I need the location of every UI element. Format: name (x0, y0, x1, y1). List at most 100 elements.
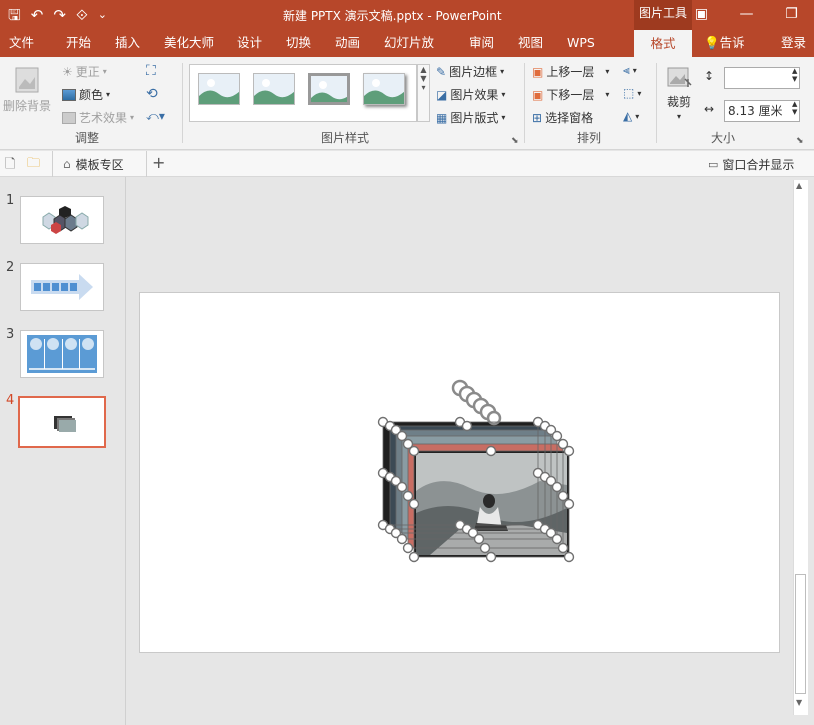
picture-style-3[interactable] (308, 73, 350, 105)
tab-review[interactable]: 审阅 (469, 30, 495, 57)
group-separator (656, 63, 657, 143)
tab-slideshow[interactable]: 幻灯片放映 (384, 30, 446, 75)
remove-background-button[interactable]: 删除背景 (3, 65, 51, 114)
compress-pictures-button[interactable]: ⛶ (146, 63, 156, 79)
width-field[interactable]: 8.13 厘米 (724, 100, 800, 122)
art-effects-icon (62, 111, 76, 124)
group-button[interactable]: ⬚ ▾ (623, 86, 641, 100)
slide-number: 1 (6, 193, 15, 208)
vertical-scrollbar[interactable]: ▲ ▼ (793, 180, 808, 715)
chevron-down-icon: ▾ (635, 111, 640, 121)
folder-icon[interactable]: 🗀 (27, 154, 40, 176)
reset-picture-button[interactable]: ⤺▾ (146, 109, 165, 124)
crop-button[interactable]: 裁剪 ▾ (665, 65, 693, 121)
slide-number: 3 (6, 327, 15, 342)
ribbon-tabs: 文件 开始 插入 美化大师 设计 切换 动画 幻灯片放映 审阅 视图 WPS P… (0, 30, 814, 75)
tell-me-search[interactable]: 💡告诉我... (704, 30, 768, 75)
stacked-photos-group[interactable] (140, 293, 781, 654)
undo-icon[interactable]: ↶ (31, 4, 44, 26)
chevron-down-icon: ▾ (632, 66, 637, 75)
scroll-thumb[interactable] (795, 574, 806, 694)
picture-styles-dialog-launcher[interactable]: ⬊ (511, 136, 519, 146)
width-icon: ↔ (704, 102, 715, 116)
bring-forward-button[interactable]: ▣ 上移一层 ▾ (532, 63, 609, 80)
photo-main[interactable] (416, 453, 567, 555)
slide-thumbnail-1[interactable] (20, 196, 104, 244)
size-dialog-launcher[interactable]: ⬊ (796, 136, 804, 146)
slide-4-preview (54, 416, 76, 432)
template-zone-tab[interactable]: ⌂ 模板专区 (52, 151, 147, 177)
new-doc-icon[interactable]: 🗋 (5, 155, 15, 177)
height-field[interactable] (724, 67, 800, 89)
picture-border-button[interactable]: ✎ 图片边框 ▾ (436, 63, 504, 80)
title-bar: 🖫 ↶ ↷ ⟐ ⌄ 新建 PPTX 演示文稿.pptx - PowerPoint… (0, 0, 814, 30)
scroll-up-icon[interactable]: ▲ (796, 181, 802, 190)
color-button[interactable]: 颜色 ▾ (62, 86, 110, 103)
slide-thumbnail-2[interactable] (20, 263, 104, 311)
change-picture-button[interactable]: ⟲ (146, 86, 158, 102)
redo-icon[interactable]: ↷ (53, 4, 66, 26)
tab-view[interactable]: 视图 (518, 30, 544, 57)
ribbon-display-options-icon[interactable]: ▣ (679, 0, 724, 30)
slide-canvas[interactable] (139, 292, 780, 653)
gallery-scroll[interactable]: ▲ ▼ ▾ (417, 64, 430, 122)
color-icon (62, 88, 76, 101)
slide-thumbnail-4[interactable] (18, 396, 106, 448)
correct-button[interactable]: ☀ 更正 ▾ (62, 63, 107, 80)
tab-animations[interactable]: 动画 (335, 30, 361, 57)
height-icon: ↕ (704, 69, 715, 83)
slide-number: 2 (6, 260, 15, 275)
slide-number-active: 4 (6, 393, 15, 408)
window-title: 新建 PPTX 演示文稿.pptx - PowerPoint (283, 9, 502, 23)
merge-window-button[interactable]: ▭ 窗口合并显示 (708, 156, 794, 173)
chevron-down-icon: ▾ (500, 67, 505, 76)
picture-styles-gallery[interactable] (189, 64, 417, 122)
dialog-launcher-icon: ⬊ (796, 136, 804, 146)
tab-beautify[interactable]: 美化大师 (164, 30, 214, 57)
selection-pane-button[interactable]: ⊞ 选择窗格 (532, 109, 593, 126)
slide-3-preview (27, 335, 97, 373)
picture-style-1[interactable] (198, 73, 240, 105)
home-icon: ⌂ (63, 157, 71, 171)
send-backward-icon: ▣ (532, 87, 544, 102)
slide-thumbnail-3[interactable] (20, 330, 104, 378)
rotate-icon: ◭ (623, 109, 633, 123)
save-icon[interactable]: 🖫 (8, 4, 21, 26)
restore-icon[interactable]: ❐ (769, 0, 814, 30)
picture-layout-button[interactable]: ▦ 图片版式 ▾ (436, 109, 505, 126)
selection-pane-icon: ⊞ (532, 110, 543, 125)
tab-format[interactable]: 格式 (634, 30, 692, 57)
slide-2-preview (31, 274, 93, 300)
group-label-adjust: 调整 (75, 131, 100, 145)
rotate-button[interactable]: ◭ ▾ (623, 109, 639, 123)
tab-wps-pdf[interactable]: WPS PDF (567, 30, 623, 75)
tab-home[interactable]: 开始 (66, 30, 92, 57)
art-effects-button[interactable]: 艺术效果 ▾ (62, 109, 134, 126)
send-backward-button[interactable]: ▣ 下移一层 ▾ (532, 86, 609, 103)
tab-insert[interactable]: 插入 (115, 30, 141, 57)
login-button[interactable]: 登录 (781, 30, 807, 57)
reset-picture-icon: ⤺▾ (146, 109, 165, 123)
picture-style-4[interactable] (363, 73, 405, 105)
height-spinner[interactable]: ▲ ▼ (792, 67, 797, 83)
customize-qat-icon[interactable]: ⌄ (98, 4, 107, 26)
dialog-launcher-icon: ⬊ (511, 136, 519, 146)
scroll-down-icon[interactable]: ▼ (796, 698, 802, 707)
bring-forward-icon: ▣ (532, 64, 544, 79)
add-tab-button[interactable]: + (152, 153, 165, 172)
lightbulb-icon: 💡 (704, 35, 720, 50)
chevron-down-icon: ▾ (106, 90, 111, 99)
picture-effects-button[interactable]: ◪ 图片效果 ▾ (436, 86, 505, 103)
align-button[interactable]: ⫷ ▾ (623, 63, 637, 78)
chevron-down-icon: ▾ (102, 67, 107, 76)
width-spinner[interactable]: ▲ ▼ (792, 100, 797, 116)
slide-thumbnails-panel: 1 2 3 4 (0, 177, 126, 725)
quick-access-toolbar: 🖫 ↶ ↷ ⟐ ⌄ (8, 4, 107, 26)
present-icon[interactable]: ⟐ (76, 4, 88, 26)
picture-style-2[interactable] (253, 73, 295, 105)
tab-file[interactable]: 文件 (9, 30, 35, 57)
minimize-icon[interactable]: — (724, 0, 769, 30)
tab-transitions[interactable]: 切换 (286, 30, 312, 57)
tab-design[interactable]: 设计 (237, 30, 263, 57)
chevron-down-icon: ▾ (605, 90, 610, 99)
